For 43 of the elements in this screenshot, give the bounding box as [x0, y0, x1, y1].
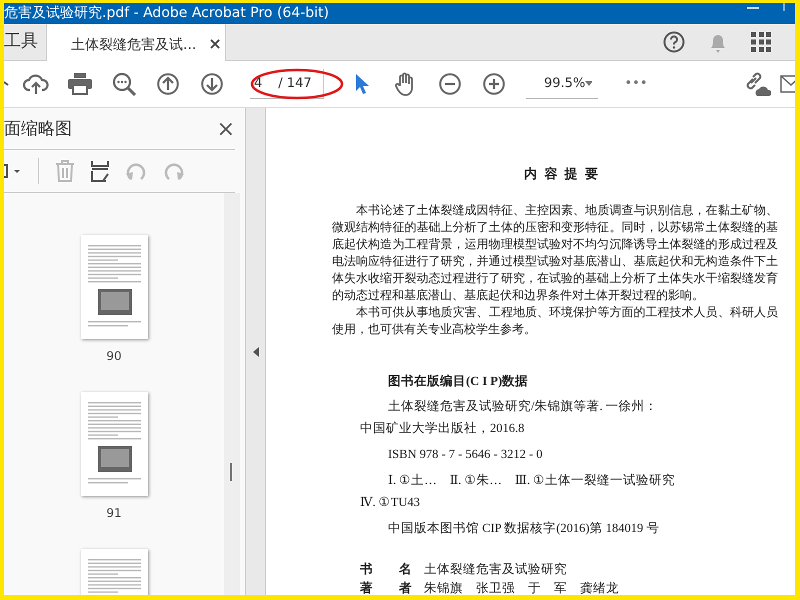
select-icon	[354, 73, 370, 95]
previous-page-icon	[157, 73, 179, 95]
body-paragraph: 本书论述了土体裂缝成因特征、主控因素、地质调查与识别信息，在黏土矿物、微观结构特征的基础上分析了土体的压密和变形特征。同时，以苏锡常土体裂缝的基底起伏构造为工程背景，运用物理模型试验对不均匀沉降诱导土体裂缝的形成过程及电法响应特征进行了研究，并通过模型试验对基底潜山、基底起伏和无构造条件下土体失水收缩开裂动态过程进行了研究，在试验的基础上分析了土体失水干缩裂缝发育的动态过程和基底潜山、基底起伏和边界条件对土体开裂过程的影响。	[332, 202, 778, 304]
zoom-dropdown[interactable]: 99.5%	[526, 69, 598, 99]
scrollbar[interactable]	[224, 193, 240, 595]
catalog-line: 中国矿业大学出版社，2016.8	[360, 420, 524, 436]
body-paragraph: 本书可供从事地质灾害、工程地质、环境保护等方面的工程技术人员、科研人员使用，也可供有关专业高校学生参考。	[332, 304, 778, 338]
catalog-line: 土体裂缝危害及试验研究/朱锦旗等著. 一徐州：	[388, 398, 658, 414]
window-title: 危害及试验研究.pdf - Adobe Acrobat Pro (64-bit)	[4, 4, 330, 23]
page-number-label: 90	[106, 348, 122, 365]
print-icon	[68, 73, 92, 95]
field-label: 著 者	[360, 580, 413, 595]
catalog-line: 中国版本图书馆 CIP 数据核字(2016)第 184019 号	[388, 520, 660, 536]
expand-arrow-icon[interactable]	[252, 346, 258, 356]
close-button[interactable]: ×	[216, 118, 235, 140]
field-value: 土体裂缝危害及试验研究	[424, 560, 567, 578]
tab[interactable]: 土体裂缝危害及试... ×	[46, 24, 226, 60]
mail-icon[interactable]	[780, 75, 795, 93]
panel-title: 面缩略图	[4, 118, 72, 141]
next-page-icon	[201, 73, 223, 95]
zoom-out-icon	[439, 73, 461, 95]
page-options-icon[interactable]	[4, 163, 22, 179]
catalog-line: Ⅳ. ①TU43	[360, 494, 420, 510]
tab[interactable]: 工具	[4, 24, 46, 60]
apps-grid-icon[interactable]	[751, 32, 771, 52]
extract-pages-icon[interactable]	[91, 160, 109, 182]
chevron-icon[interactable]	[4, 80, 10, 88]
close-icon[interactable]: ×	[208, 34, 222, 53]
caret-icon	[585, 81, 592, 86]
document-heading: 内 容 提 要	[523, 165, 601, 183]
upload-icon	[23, 73, 49, 95]
help-icon[interactable]	[663, 31, 685, 53]
more-button[interactable]: •••	[614, 64, 658, 104]
page-number-label: 91	[106, 505, 122, 522]
catalog-line: Ⅰ. ①土… Ⅱ. ①朱… Ⅲ. ①土体一裂缝一试验研究	[388, 472, 676, 488]
page-thumbnail[interactable]	[80, 235, 148, 339]
zoom-in-icon	[483, 73, 505, 95]
page-thumbnail[interactable]	[80, 392, 148, 496]
zoom-icon	[112, 72, 136, 96]
field-label: 书 名	[360, 560, 413, 578]
catalog-line: ISBN 978 - 7 - 5646 - 3212 - 0	[388, 446, 543, 462]
section-heading: 图书在版编目(C I P)数据	[388, 372, 530, 390]
field-value: 朱锦旗 张卫强 于 军 龚绪龙	[424, 580, 619, 595]
